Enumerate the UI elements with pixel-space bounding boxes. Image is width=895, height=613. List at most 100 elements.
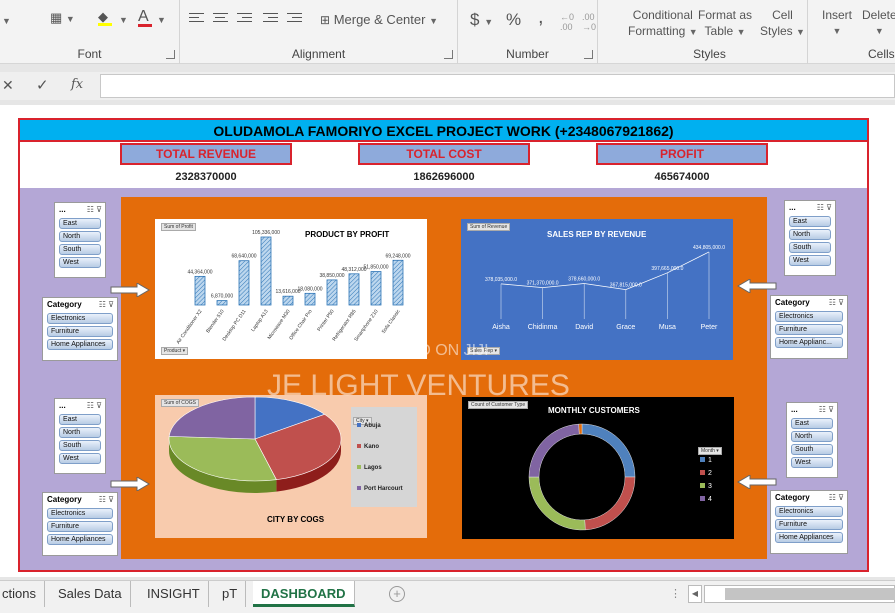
slicer-item-home-appliances[interactable]: Home Applianc... xyxy=(775,337,843,348)
product-chart-axis-field[interactable]: Product ▾ xyxy=(161,347,189,355)
slicer-item-furniture[interactable]: Furniture xyxy=(775,324,843,335)
bar-5[interactable] xyxy=(304,292,316,306)
slicer-item-north[interactable]: North xyxy=(59,231,101,242)
decrease-indent-icon[interactable] xyxy=(263,10,278,25)
donut-slice-4[interactable] xyxy=(578,423,583,435)
category-slicer-right-bottom[interactable]: Category ☷ ⊽ Electronics Furniture Home A… xyxy=(770,490,848,554)
filter-icon[interactable]: ☷ ⊽ xyxy=(819,403,834,416)
scrollbar-thumb[interactable] xyxy=(725,588,895,600)
slicer-item-electronics[interactable]: Electronics xyxy=(47,313,113,324)
slicer-item-west[interactable]: West xyxy=(789,255,831,266)
delete-button[interactable]: Delete ▼ xyxy=(862,7,895,39)
merge-center-button[interactable]: ⊞ Merge & Center ▼ xyxy=(320,12,438,27)
tab-insight[interactable]: INSIGHT xyxy=(139,581,209,607)
slicer-item-furniture[interactable]: Furniture xyxy=(47,326,113,337)
font-launcher-icon[interactable] xyxy=(166,50,175,59)
comma-button[interactable]: , xyxy=(538,6,544,29)
tab-actions[interactable]: ctions xyxy=(0,581,45,607)
tab-options-icon[interactable]: ⋮ xyxy=(670,587,681,600)
slicer-item-north[interactable]: North xyxy=(59,427,101,438)
add-sheet-icon[interactable]: + xyxy=(389,586,405,602)
filter-icon[interactable]: ☷ ⊽ xyxy=(817,201,832,214)
currency-button[interactable]: $ ▼ xyxy=(470,10,493,30)
region-slicer-left-bottom[interactable]: ... ☷ ⊽ East North South West xyxy=(54,398,106,474)
slicer-item-electronics[interactable]: Electronics xyxy=(47,508,113,519)
cell-styles-button[interactable]: Cell Styles ▼ xyxy=(760,7,805,40)
slicer-item-home-appliances[interactable]: Home Appliances xyxy=(47,534,113,545)
filter-icon[interactable]: ☷ ⊽ xyxy=(99,493,114,506)
align-center-icon[interactable] xyxy=(213,10,228,25)
slicer-item-home-appliances[interactable]: Home Appliances xyxy=(775,532,843,543)
donut-slice-3[interactable] xyxy=(528,423,580,478)
fx-icon[interactable]: fx xyxy=(71,77,83,92)
region-slicer-left-top[interactable]: ... ☷ ⊽ East North South West xyxy=(54,202,106,278)
slicer-item-east[interactable]: East xyxy=(59,218,101,229)
conditional-formatting-button[interactable]: Conditional Formatting ▼ xyxy=(628,7,698,40)
horizontal-scrollbar[interactable] xyxy=(704,585,895,603)
donut-slice-1[interactable] xyxy=(584,476,636,531)
slicer-item-west[interactable]: West xyxy=(59,257,101,268)
bar-1[interactable] xyxy=(216,300,228,306)
slicer-item-south[interactable]: South xyxy=(59,244,101,255)
percent-button[interactable]: % xyxy=(506,10,521,30)
category-slicer-left-top[interactable]: Category ☷ ⊽ Electronics Furniture Home A… xyxy=(42,297,118,361)
bar-0[interactable] xyxy=(194,275,206,306)
region-slicer-right-bottom[interactable]: ... ☷ ⊽ East North South West xyxy=(786,402,838,478)
category-slicer-left-bottom[interactable]: Category ☷ ⊽ Electronics Furniture Home A… xyxy=(42,492,118,556)
cancel-icon[interactable]: ✕ xyxy=(2,77,14,94)
slicer-item-west[interactable]: West xyxy=(791,457,833,468)
font-size-dropdown[interactable]: ▼ xyxy=(2,12,11,27)
filter-icon[interactable]: ☷ ⊽ xyxy=(829,296,844,309)
slicer-item-north[interactable]: North xyxy=(791,431,833,442)
salesrep-chart-axis-field[interactable]: Sales Rep ▾ xyxy=(467,347,500,355)
bar-3[interactable] xyxy=(260,236,272,306)
slicer-item-south[interactable]: South xyxy=(789,242,831,253)
bar-6[interactable] xyxy=(326,279,338,306)
decrease-decimal-icon[interactable]: .00 →0 xyxy=(582,12,596,32)
tab-pt[interactable]: pT xyxy=(214,581,247,607)
tab-dashboard[interactable]: DASHBOARD xyxy=(253,581,355,607)
formula-input[interactable] xyxy=(100,74,895,98)
slicer-item-east[interactable]: East xyxy=(789,216,831,227)
slicer-item-east[interactable]: East xyxy=(791,418,833,429)
bar-2[interactable] xyxy=(238,260,250,306)
filter-icon[interactable]: ☷ ⊽ xyxy=(87,399,102,412)
font-color-dropdown[interactable]: ▼ xyxy=(157,15,166,25)
slicer-item-electronics[interactable]: Electronics xyxy=(775,311,843,322)
bar-4[interactable] xyxy=(282,295,294,306)
filter-icon[interactable]: ☷ ⊽ xyxy=(99,298,114,311)
fill-color-icon[interactable]: ◆ xyxy=(98,9,112,26)
product-profit-chart[interactable]: Sum of Profit PRODUCT BY PROFIT 44,364,0… xyxy=(155,219,427,359)
format-as-table-button[interactable]: Format as Table ▼ xyxy=(698,7,752,40)
pie-slice-3[interactable] xyxy=(168,396,256,440)
slicer-item-west[interactable]: West xyxy=(59,453,101,464)
slicer-item-north[interactable]: North xyxy=(789,229,831,240)
alignment-launcher-icon[interactable] xyxy=(444,50,453,59)
city-cogs-chart[interactable]: Sum of COGS City ▾ Abuja Kano Lagos Port Ha… xyxy=(155,395,427,538)
sales-rep-revenue-chart[interactable]: Sum of Revenue SALES REP BY REVENUE 378,… xyxy=(461,219,733,360)
category-slicer-right-top[interactable]: Category ☷ ⊽ Electronics Furniture Home A… xyxy=(770,295,848,359)
donut-slice-2[interactable] xyxy=(528,476,586,531)
slicer-item-electronics[interactable]: Electronics xyxy=(775,506,843,517)
increase-decimal-icon[interactable]: ←0.00 xyxy=(560,12,574,32)
fill-color-dropdown[interactable]: ▼ xyxy=(119,15,128,25)
filter-icon[interactable]: ☷ ⊽ xyxy=(829,491,844,504)
monthly-customers-chart[interactable]: Count of Customer Type MONTHLY CUSTOMERS… xyxy=(462,397,734,539)
bar-7[interactable] xyxy=(348,273,360,306)
number-launcher-icon[interactable] xyxy=(584,50,593,59)
slicer-item-home-appliances[interactable]: Home Appliances xyxy=(47,339,113,350)
bar-8[interactable] xyxy=(370,271,382,306)
align-left-icon[interactable] xyxy=(189,10,204,25)
align-right-icon[interactable] xyxy=(237,10,252,25)
bar-9[interactable] xyxy=(392,259,404,306)
font-color-button[interactable]: A xyxy=(138,8,152,27)
slicer-item-south[interactable]: South xyxy=(59,440,101,451)
filter-icon[interactable]: ☷ ⊽ xyxy=(87,203,102,216)
scroll-left-icon[interactable]: ◀ xyxy=(688,585,702,603)
increase-indent-icon[interactable] xyxy=(287,10,302,25)
borders-icon[interactable]: ▦ ▼ xyxy=(50,10,75,26)
slicer-item-south[interactable]: South xyxy=(791,444,833,455)
insert-button[interactable]: Insert ▼ xyxy=(822,7,852,39)
slicer-item-furniture[interactable]: Furniture xyxy=(775,519,843,530)
region-slicer-right-top[interactable]: ... ☷ ⊽ East North South West xyxy=(784,200,836,276)
